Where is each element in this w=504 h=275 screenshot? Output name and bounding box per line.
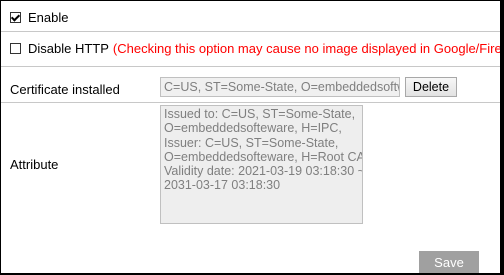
attribute-line: O=embeddedsofteware, H=Root CA,	[164, 149, 363, 164]
enable-checkbox[interactable]	[10, 12, 21, 23]
attribute-line: Validity date: 2021-03-19 03:18:30 ~	[164, 164, 363, 179]
divider	[1, 66, 500, 67]
enable-row: Enable	[10, 10, 68, 25]
certificate-label: Certificate installed	[10, 82, 120, 97]
enable-label: Enable	[28, 10, 69, 25]
attribute-line: Issuer: C=US, ST=Some-State,	[164, 135, 339, 150]
attribute-textarea[interactable]: Issued to: C=US, ST=Some-State, O=embedd…	[160, 105, 363, 224]
disable-http-checkbox[interactable]	[10, 43, 21, 54]
attribute-line: O=embeddedsofteware, H=IPC,	[164, 121, 342, 136]
divider	[1, 102, 500, 103]
https-settings-panel: Enable Disable HTTP (Checking this optio…	[1, 1, 500, 273]
disable-http-label: Disable HTTP	[28, 41, 109, 56]
disable-http-row: Disable HTTP (Checking this option may c…	[10, 41, 500, 56]
delete-button[interactable]: Delete	[405, 77, 457, 97]
attribute-line: Issued to: C=US, ST=Some-State,	[164, 107, 356, 121]
disable-http-warning: (Checking this option may cause no image…	[112, 41, 500, 56]
attribute-line: 2031-03-17 03:18:30	[164, 178, 281, 193]
save-button[interactable]: Save	[419, 251, 479, 273]
attribute-label: Attribute	[10, 157, 59, 172]
certificate-field[interactable]: C=US, ST=Some-State, O=embeddedsoftware,…	[160, 77, 400, 97]
divider	[1, 31, 500, 32]
